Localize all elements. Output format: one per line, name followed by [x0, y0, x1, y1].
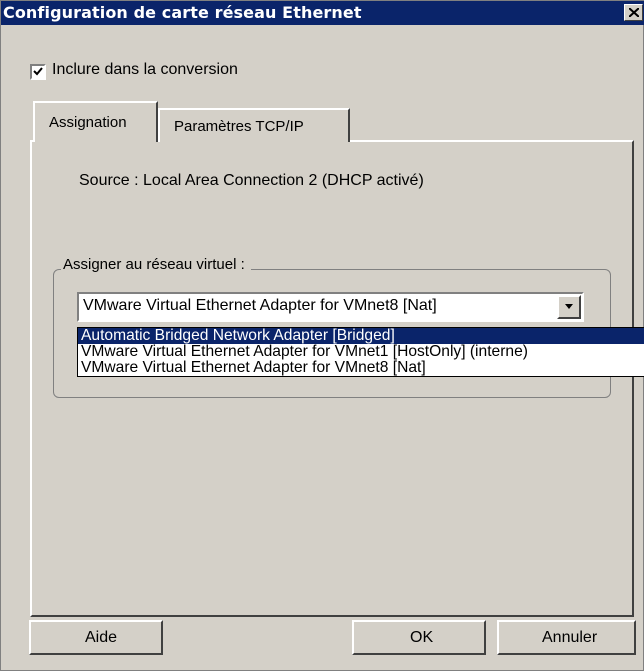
cancel-button-label: Annuler	[542, 629, 598, 646]
chevron-down-icon	[565, 304, 573, 309]
ok-button[interactable]: OK	[352, 620, 486, 655]
tab-tcpip-settings[interactable]: Paramètres TCP/IP	[158, 108, 350, 142]
include-conversion-checkbox[interactable]	[30, 64, 46, 80]
option-vmnet8[interactable]: VMware Virtual Ethernet Adapter for VMne…	[78, 360, 644, 376]
source-text: Source : Local Area Connection 2 (DHCP a…	[79, 172, 424, 189]
virtual-network-options-list[interactable]: Automatic Bridged Network Adapter [Bridg…	[77, 327, 644, 377]
virtual-network-select[interactable]: VMware Virtual Ethernet Adapter for VMne…	[77, 292, 584, 322]
option-vmnet1[interactable]: VMware Virtual Ethernet Adapter for VMne…	[78, 344, 644, 360]
virtual-network-group-title: Assigner au réseau virtuel :	[61, 256, 251, 273]
select-current-value: VMware Virtual Ethernet Adapter for VMne…	[83, 297, 437, 314]
include-conversion-label: Inclure dans la conversion	[52, 61, 238, 78]
title-bar[interactable]: Configuration de carte réseau Ethernet	[1, 1, 644, 25]
help-button-label: Aide	[85, 629, 118, 646]
dropdown-arrow-button[interactable]	[557, 295, 581, 319]
network-adapter-dialog: Configuration de carte réseau Ethernet I…	[0, 0, 644, 671]
checkmark-icon	[33, 67, 43, 76]
help-button[interactable]: Aide	[29, 620, 163, 655]
tab-assignation-label: Assignation	[49, 114, 127, 131]
tab-assignation[interactable]: Assignation	[33, 101, 158, 142]
tab-tcpip-label: Paramètres TCP/IP	[174, 118, 304, 135]
window-title: Configuration de carte réseau Ethernet	[3, 3, 362, 22]
close-button[interactable]	[624, 4, 643, 21]
cancel-button[interactable]: Annuler	[497, 620, 636, 655]
option-bridged[interactable]: Automatic Bridged Network Adapter [Bridg…	[78, 328, 644, 344]
close-icon	[629, 8, 639, 17]
ok-button-label: OK	[410, 629, 434, 646]
